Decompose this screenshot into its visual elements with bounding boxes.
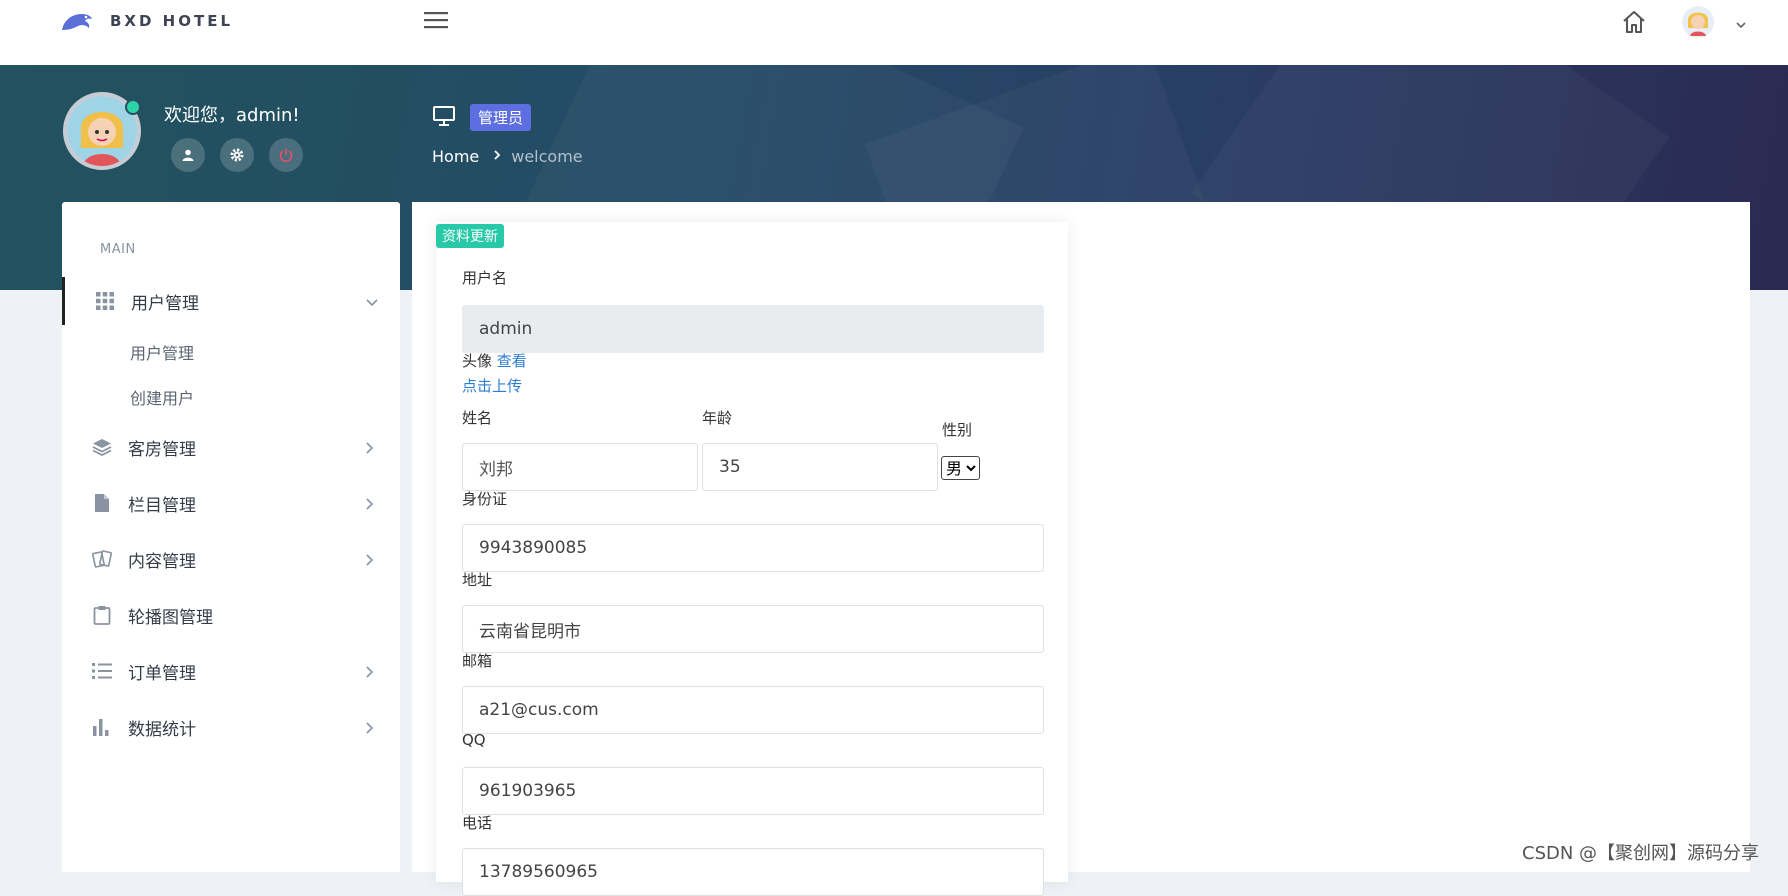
age-label: 年龄 xyxy=(702,409,733,427)
layers-icon xyxy=(92,437,112,457)
sidebar-item-room-management[interactable]: 客房管理 xyxy=(62,423,400,471)
chevron-right-icon xyxy=(362,440,376,459)
main-content: 资料更新 用户名 头像 查看 点击上传 姓名 年龄 性别 男 身份证 地址 邮箱… xyxy=(412,202,1750,896)
sidebar-item-column-management[interactable]: 栏目管理 xyxy=(62,479,400,527)
form-badge: 资料更新 xyxy=(436,224,504,248)
profile-button[interactable] xyxy=(171,138,205,172)
power-icon xyxy=(279,148,293,162)
email-field[interactable] xyxy=(462,686,1044,734)
grid-icon xyxy=(95,291,115,311)
gear-icon xyxy=(230,148,244,162)
avatar-view-link[interactable]: 查看 xyxy=(497,352,527,370)
sidebar-item-statistics[interactable]: 数据统计 xyxy=(62,703,400,751)
role-badge: 管理员 xyxy=(470,104,532,131)
clipboard-icon xyxy=(92,605,112,625)
chevron-right-icon xyxy=(362,496,376,515)
sidebar: MAIN 用户管理 用户管理 创建用户 客房管理 栏目管理 内容管理 轮播图管理… xyxy=(62,202,400,872)
address-field[interactable] xyxy=(462,605,1044,653)
sidebar-item-label: 数据统计 xyxy=(128,719,196,740)
file-icon xyxy=(92,493,112,513)
chevron-down-icon xyxy=(365,294,379,313)
cards-icon xyxy=(92,549,112,569)
online-status-dot xyxy=(125,99,141,115)
settings-button[interactable] xyxy=(220,138,254,172)
chevron-right-icon xyxy=(362,664,376,683)
email-label: 邮箱 xyxy=(462,652,493,670)
chevron-right-icon xyxy=(362,720,376,739)
sidebar-subitem-user-management[interactable]: 用户管理 xyxy=(130,340,194,364)
home-icon[interactable] xyxy=(1620,8,1648,40)
sidebar-item-label: 内容管理 xyxy=(128,551,196,572)
gender-select[interactable]: 男 xyxy=(941,456,980,480)
bar-chart-icon xyxy=(92,717,112,737)
welcome-text: 欢迎您，admin! xyxy=(164,105,300,126)
breadcrumb-home[interactable]: Home xyxy=(432,147,479,166)
sidebar-item-label: 客房管理 xyxy=(128,439,196,460)
sidebar-item-label: 栏目管理 xyxy=(128,495,196,516)
avatar-upload-link[interactable]: 点击上传 xyxy=(462,375,522,396)
profile-form-card: 资料更新 用户名 头像 查看 点击上传 姓名 年龄 性别 男 身份证 地址 邮箱… xyxy=(436,222,1068,896)
breadcrumb-current: welcome xyxy=(511,147,583,166)
sidebar-item-label: 用户管理 xyxy=(131,293,199,314)
avatar-label: 头像 xyxy=(462,352,493,370)
sidebar-item-carousel-management[interactable]: 轮播图管理 xyxy=(62,591,400,639)
sidebar-item-label: 轮播图管理 xyxy=(128,607,213,628)
sidebar-section-title: MAIN xyxy=(100,242,136,257)
username-label: 用户名 xyxy=(462,269,508,287)
logo-icon xyxy=(62,14,92,30)
phone-field[interactable] xyxy=(462,848,1044,896)
gender-label: 性别 xyxy=(942,421,973,439)
avatar-label-row: 头像 查看 xyxy=(462,350,527,371)
age-field[interactable] xyxy=(702,443,938,491)
watermark: CSDN @【聚创网】源码分享 xyxy=(1522,843,1760,864)
user-icon xyxy=(182,149,194,161)
sidebar-item-order-management[interactable]: 订单管理 xyxy=(62,647,400,695)
name-field[interactable] xyxy=(462,443,698,491)
username-field[interactable] xyxy=(462,305,1044,353)
name-label: 姓名 xyxy=(462,409,493,427)
id-card-field[interactable] xyxy=(462,524,1044,572)
id-card-label: 身份证 xyxy=(462,490,508,508)
monitor-icon xyxy=(432,105,456,131)
sidebar-item-content-management[interactable]: 内容管理 xyxy=(62,535,400,583)
brand-name: BXD HOTEL xyxy=(110,12,234,30)
brand-logo[interactable]: BXD HOTEL xyxy=(60,8,233,34)
logout-button[interactable] xyxy=(269,138,303,172)
address-label: 地址 xyxy=(462,571,493,589)
hamburger-icon[interactable] xyxy=(424,10,448,34)
list-icon xyxy=(92,661,112,681)
user-avatar[interactable] xyxy=(1682,6,1714,38)
chevron-down-icon[interactable] xyxy=(1735,15,1747,34)
breadcrumb: Home welcome xyxy=(432,147,583,166)
chevron-right-icon xyxy=(493,149,501,165)
sidebar-subitem-create-user[interactable]: 创建用户 xyxy=(130,385,194,409)
qq-field[interactable] xyxy=(462,767,1044,815)
phone-label: 电话 xyxy=(462,814,493,832)
chevron-right-icon xyxy=(362,552,376,571)
top-navbar: BXD HOTEL xyxy=(0,0,1788,65)
sidebar-item-label: 订单管理 xyxy=(128,663,196,684)
sidebar-item-user-management[interactable]: 用户管理 xyxy=(62,277,400,325)
qq-label: QQ xyxy=(462,731,486,749)
